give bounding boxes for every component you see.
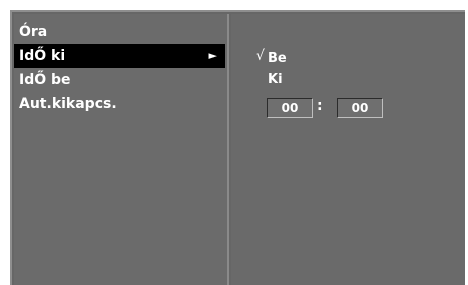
hours-field[interactable]: 00 xyxy=(267,98,313,118)
menu-item-label: Óra xyxy=(19,24,48,40)
submenu-panel: √ Be Ki 00 : 00 xyxy=(231,14,465,285)
menu-item-auto-off[interactable]: Aut.kikapcs. xyxy=(14,92,225,116)
menu-item-on-timer[interactable]: IdŐ be xyxy=(14,68,225,92)
check-mark-icon: √ xyxy=(256,48,265,64)
menu-item-label: IdŐ be xyxy=(19,72,71,88)
right-arrow-icon: ► xyxy=(208,49,217,62)
main-menu-panel: Óra IdŐ ki ► IdŐ be Aut.kikapcs. xyxy=(14,14,229,285)
menu-item-label: IdŐ ki xyxy=(19,48,66,64)
minutes-field[interactable]: 00 xyxy=(337,98,383,118)
time-separator: : xyxy=(317,98,323,114)
menu-item-off-timer[interactable]: IdŐ ki ► xyxy=(14,44,225,68)
osd-window: Óra IdŐ ki ► IdŐ be Aut.kikapcs. √ Be Ki… xyxy=(10,10,465,285)
menu-item-clock[interactable]: Óra xyxy=(14,20,225,44)
option-on[interactable]: Be xyxy=(268,51,287,66)
menu-item-label: Aut.kikapcs. xyxy=(19,96,117,112)
option-off[interactable]: Ki xyxy=(268,72,283,87)
